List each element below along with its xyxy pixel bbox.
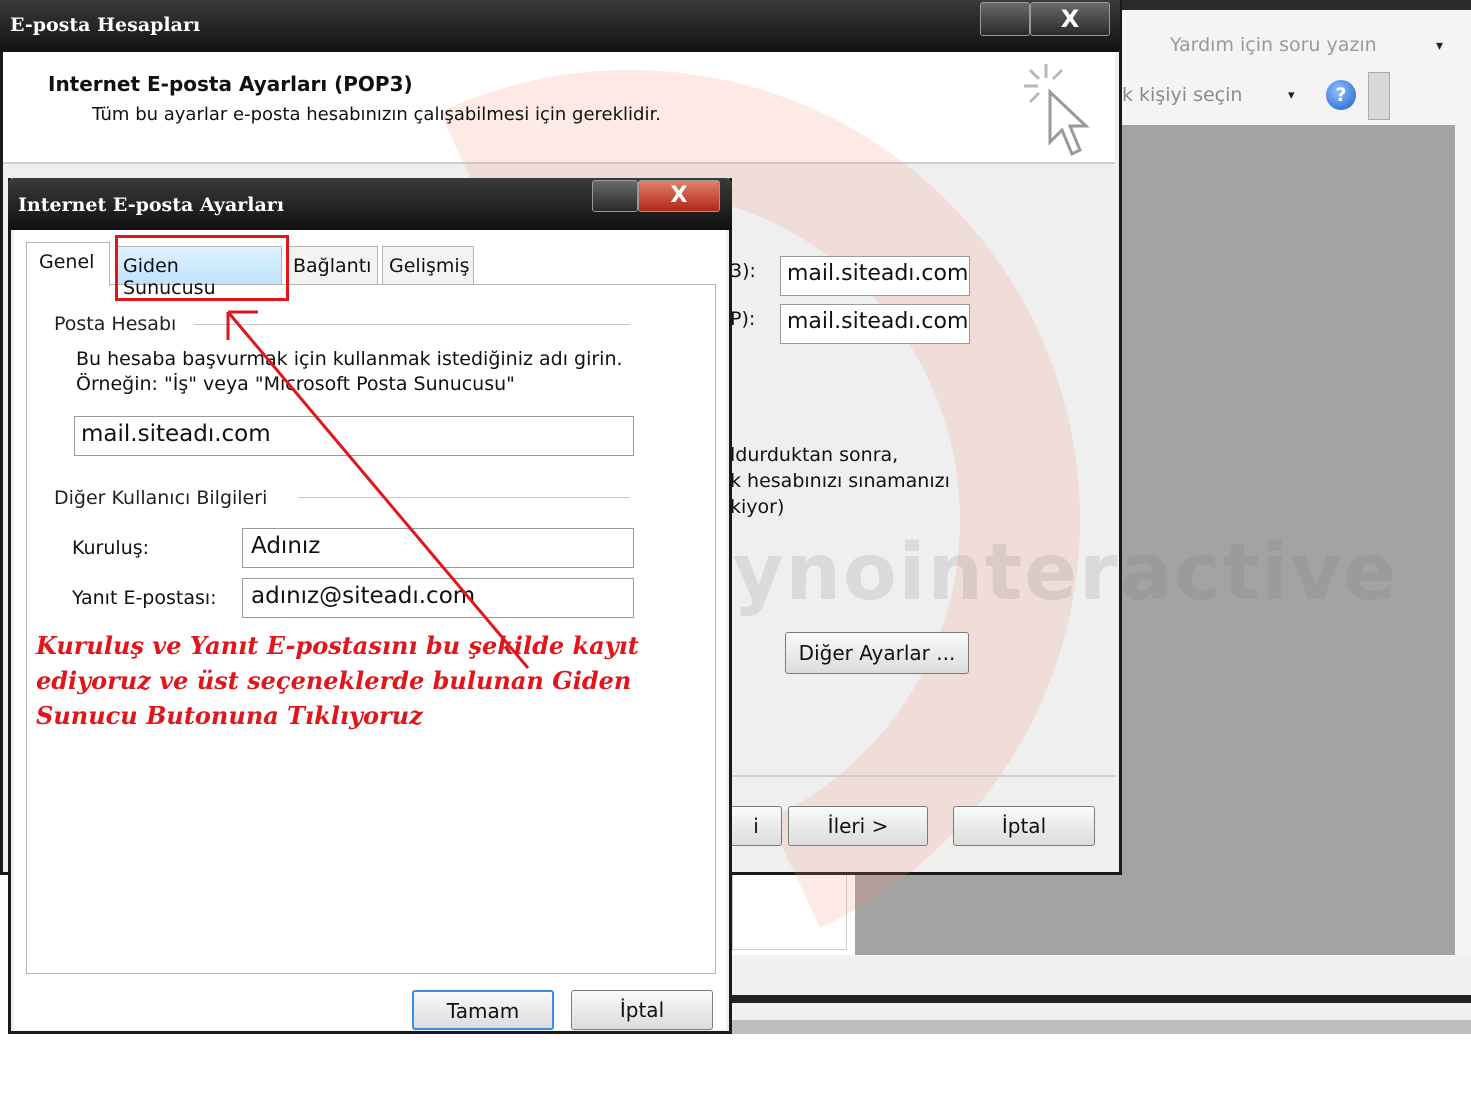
outlook-top-strip (1115, 0, 1471, 10)
test-settings-text: ldurduktan sonra, k hesabınızı sınamanız… (730, 442, 970, 520)
test-text-line: k hesabınızı sınamanızı (730, 470, 950, 492)
test-text-line: ldurduktan sonra, (730, 444, 899, 466)
outgoing-server-field[interactable]: mail.siteadı.com (780, 304, 970, 344)
reply-email-field[interactable]: adınız@siteadı.com (242, 578, 634, 618)
settings-title: Internet E-posta Ayarları (18, 194, 285, 216)
chevron-down-icon[interactable]: ▾ (1288, 88, 1295, 103)
status-bar (730, 1020, 1471, 1034)
window-border (730, 995, 1471, 1003)
minimize-button[interactable] (592, 180, 638, 212)
tab-advanced[interactable]: Gelişmiş (382, 246, 474, 284)
incoming-server-field[interactable]: mail.siteadı.com (780, 256, 970, 296)
more-settings-button[interactable]: Diğer Ayarlar ... (785, 632, 969, 674)
tab-general[interactable]: Genel (26, 242, 110, 286)
help-text: Bu hesaba başvurmak için kullanmak isted… (76, 348, 623, 370)
close-button[interactable]: X (638, 180, 720, 212)
organization-field[interactable]: Adınız (242, 528, 634, 568)
organization-label: Kuruluş: (72, 537, 150, 559)
other-info-group-title: Diğer Kullanıcı Bilgileri (54, 487, 268, 509)
next-button[interactable]: İleri > (788, 806, 928, 846)
cursor-sparkle-icon (1024, 64, 1090, 157)
divider (730, 775, 1115, 777)
chevron-down-icon[interactable]: ▾ (1436, 38, 1450, 54)
ok-button[interactable]: Tamam (412, 990, 554, 1030)
watermark-text: raynointeractive (640, 528, 1399, 618)
divider (194, 324, 630, 325)
tab-connection[interactable]: Bağlantı (286, 246, 378, 284)
toolbar-options-button[interactable] (1368, 72, 1390, 120)
incoming-server-label: 3): (730, 260, 756, 282)
help-icon[interactable]: ? (1326, 80, 1356, 110)
wizard-subheading: Tüm bu ayarlar e-posta hesabınızın çalış… (92, 104, 661, 125)
minimize-button[interactable] (980, 2, 1030, 36)
wizard-heading: Internet E-posta Ayarları (POP3) (48, 72, 413, 96)
help-text: Örneğin: "İş" veya "Microsoft Posta Sunu… (76, 373, 515, 395)
annotation-text: Kuruluş ve Yanıt E-postasını bu şekilde … (36, 631, 639, 730)
person-search-box[interactable]: k kişiyi seçin (1118, 78, 1308, 114)
back-button[interactable]: i (730, 806, 782, 846)
wizard-cancel-button[interactable]: İptal (953, 806, 1095, 846)
accounts-title: E-posta Hesapları (10, 14, 201, 36)
outgoing-server-label: P): (730, 308, 756, 330)
account-name-field[interactable]: mail.siteadı.com (74, 416, 634, 456)
cancel-button[interactable]: İptal (571, 990, 713, 1030)
divider (298, 497, 630, 498)
highlight-box (115, 235, 289, 301)
close-button[interactable]: X (1030, 2, 1110, 36)
help-search-box[interactable]: Yardım için soru yazın (1160, 28, 1440, 64)
reply-email-label: Yanıt E-postası: (72, 587, 217, 609)
mail-account-group-title: Posta Hesabı (54, 313, 177, 335)
test-text-line: kiyor) (730, 496, 785, 518)
